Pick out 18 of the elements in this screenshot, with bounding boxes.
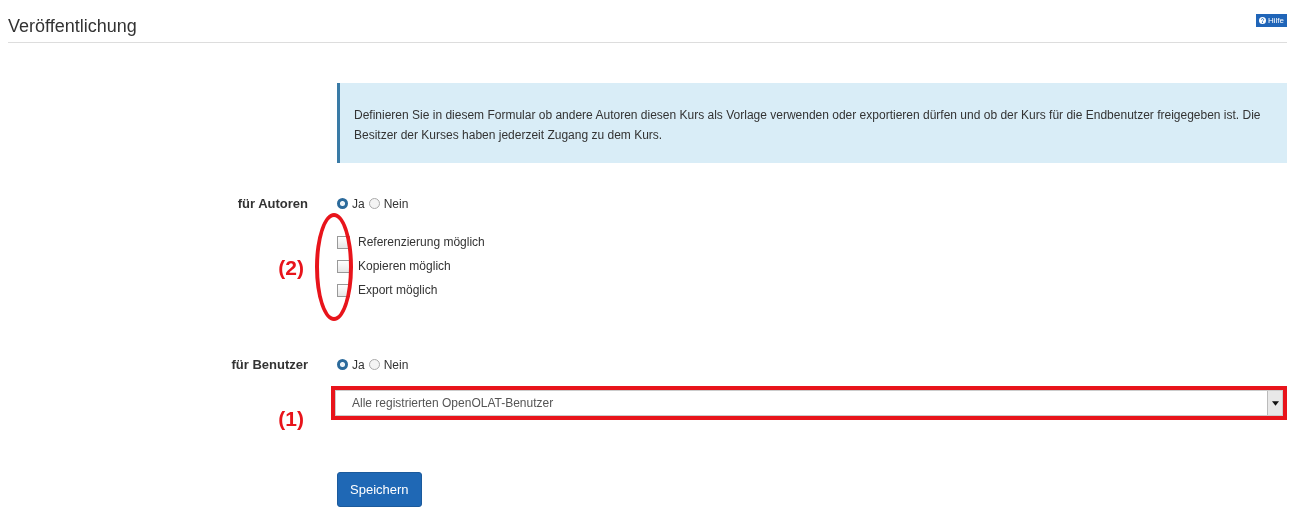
help-icon (1259, 17, 1266, 24)
radio-option[interactable]: Nein (368, 357, 409, 372)
checkbox-option[interactable]: Referenzierung möglich (337, 235, 1287, 249)
checkbox-option[interactable]: Export möglich (337, 283, 1287, 297)
field-label: für Autoren (236, 196, 308, 211)
page-title: Veröffentlichung (8, 16, 137, 37)
visibility-select[interactable]: Alle registrierten OpenOLAT-Benutzer (335, 390, 1283, 416)
checkbox-option[interactable]: Kopieren möglich (337, 259, 1287, 273)
radio-option[interactable]: Ja (337, 196, 365, 211)
annotation-label: (2) (278, 256, 304, 280)
radio-option[interactable]: Ja (337, 357, 365, 372)
save-button[interactable]: Speichern (337, 472, 422, 507)
help-button[interactable]: Hilfe (1256, 14, 1287, 27)
caret-icon (1267, 391, 1282, 415)
annotation-label: (1) (278, 407, 304, 431)
field-label: für Benutzer (230, 357, 308, 372)
radio-option[interactable]: Nein (368, 196, 409, 211)
info-box: Definieren Sie in diesem Formular ob andere Autoren diesen Kurs als Vorlage verwenden oder exportieren dürfen und ob der Kurs für die Endbenutzer freigegeben ist. Die Besitzer der Kurses haben jederzeit Zugang zu dem Kurs. (337, 83, 1287, 163)
